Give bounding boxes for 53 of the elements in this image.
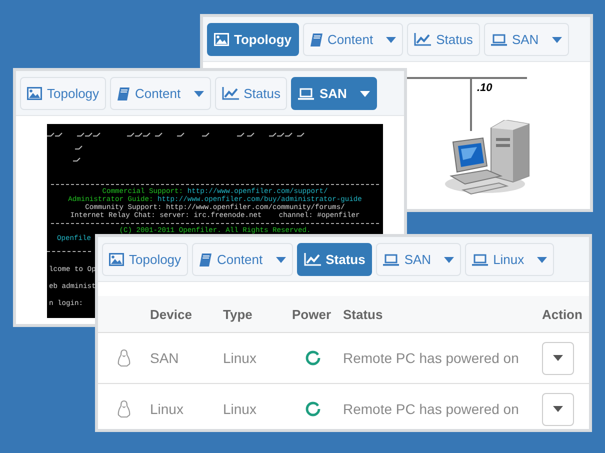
line-chart-icon xyxy=(222,87,239,100)
table-cell-text: Linux xyxy=(223,350,258,366)
nav-tab[interactable]: Topology xyxy=(20,77,106,110)
penguin-icon xyxy=(117,400,131,418)
table-cell-text: Linux xyxy=(223,401,258,417)
nav-tab[interactable]: SAN xyxy=(291,77,377,110)
table-cell-text: Linux xyxy=(150,401,184,417)
laptop-icon xyxy=(472,254,488,266)
caret-icon xyxy=(276,256,286,262)
action-dropdown-button[interactable] xyxy=(542,342,574,374)
action-dropdown-button[interactable] xyxy=(542,392,574,426)
caret-icon xyxy=(553,355,563,361)
nav-tab[interactable]: Status xyxy=(407,23,480,56)
nav-tab[interactable]: Content xyxy=(110,77,211,110)
column-header: Action xyxy=(542,306,582,322)
column-header: Type xyxy=(223,306,254,322)
nav-tab[interactable]: SAN xyxy=(376,243,462,276)
caret-icon xyxy=(444,256,454,262)
caret-icon xyxy=(552,36,562,42)
nav-tab[interactable]: Status xyxy=(296,243,372,276)
nav-tab[interactable]: Content xyxy=(192,243,293,276)
line-chart-icon xyxy=(414,33,432,46)
nav-tab[interactable]: Topology xyxy=(207,23,299,56)
column-header: Device xyxy=(150,306,193,322)
image-icon xyxy=(27,87,42,100)
table-cell-text: Remote PC has powered on xyxy=(343,401,520,417)
book-icon xyxy=(117,86,130,100)
penguin-icon xyxy=(117,349,131,367)
caret-icon xyxy=(537,256,548,262)
image-icon xyxy=(109,253,124,266)
power-ring-icon xyxy=(304,401,320,417)
book-icon xyxy=(199,252,212,266)
image-icon xyxy=(214,33,229,46)
line-chart-icon xyxy=(304,253,321,266)
book-icon xyxy=(310,32,323,46)
table-cell-text: Remote PC has powered on xyxy=(343,350,520,366)
column-header: Power xyxy=(292,306,332,322)
column-header: Status xyxy=(343,306,384,322)
laptop-icon xyxy=(490,34,507,46)
caret-icon xyxy=(360,90,370,96)
caret-icon xyxy=(386,36,396,42)
nav-tab[interactable]: Linux xyxy=(465,243,554,276)
caret-icon xyxy=(553,406,563,412)
nav-tab[interactable]: Topology xyxy=(102,243,188,276)
caret-icon xyxy=(194,90,204,96)
power-ring-icon xyxy=(304,350,320,366)
laptop-icon xyxy=(383,254,400,266)
nav-tab[interactable]: SAN xyxy=(484,23,569,56)
nav-tab[interactable]: Content xyxy=(302,23,404,56)
laptop-icon xyxy=(298,88,314,100)
ip-address-label: .10 xyxy=(477,82,492,94)
table-cell-text: SAN xyxy=(150,350,180,366)
nav-tab[interactable]: Status xyxy=(214,77,288,110)
